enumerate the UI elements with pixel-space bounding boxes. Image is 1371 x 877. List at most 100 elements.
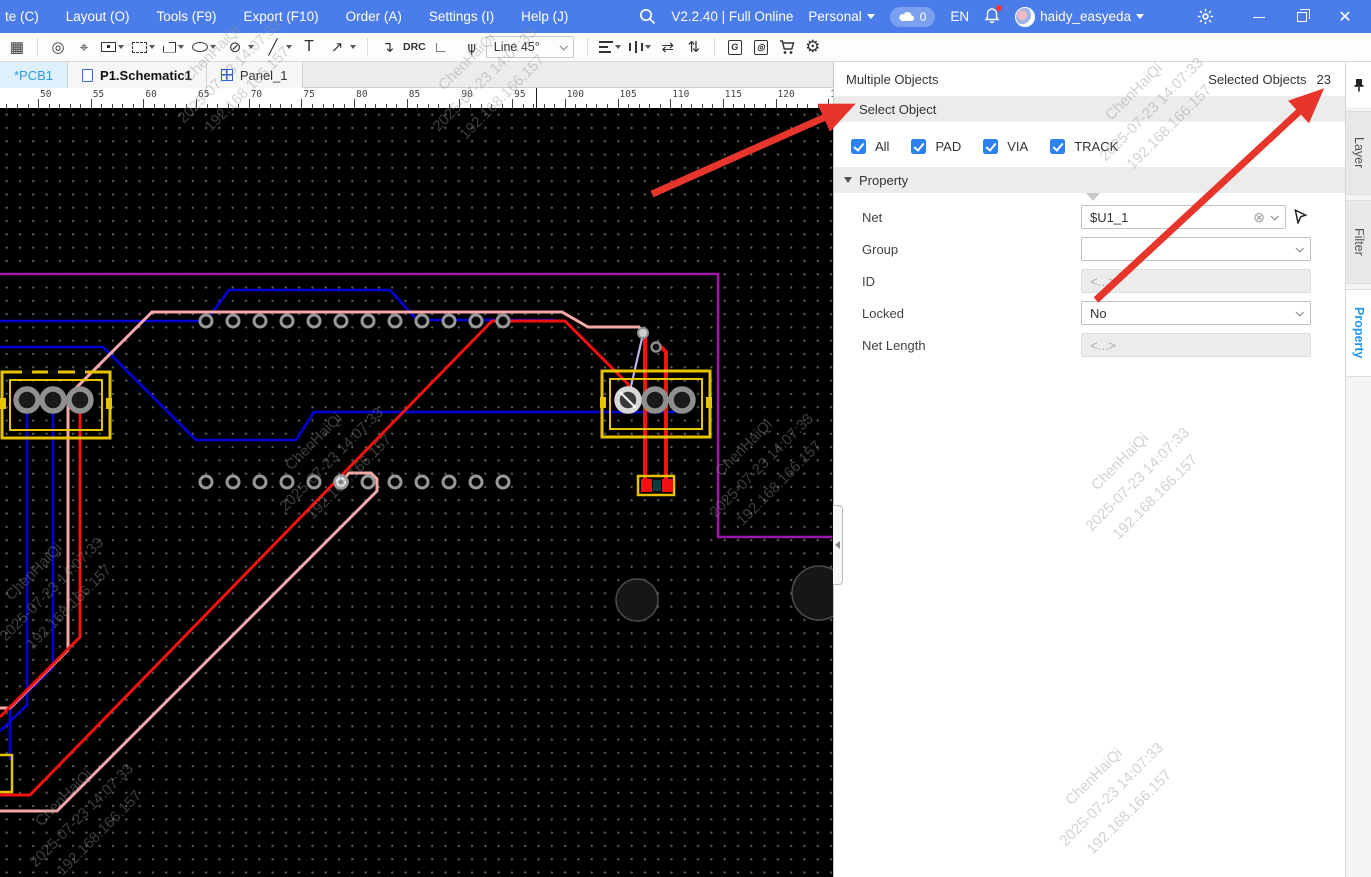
edge-component-outline[interactable]: [0, 755, 12, 792]
via[interactable]: [227, 315, 239, 327]
via[interactable]: [389, 476, 401, 488]
close-button[interactable]: ✕: [1331, 7, 1359, 27]
account-type-dropdown[interactable]: Personal: [808, 9, 874, 24]
menu-item-settings-i-[interactable]: Settings (I): [429, 9, 494, 24]
notifications-button[interactable]: [984, 7, 1000, 27]
net-input[interactable]: $U1_1 ⊗: [1081, 205, 1286, 229]
via[interactable]: [308, 315, 320, 327]
solid-region-tool[interactable]: [130, 42, 157, 53]
ellipse-tool[interactable]: [190, 42, 218, 52]
pad[interactable]: [16, 389, 38, 411]
text-tool-icon[interactable]: T: [298, 36, 320, 58]
via[interactable]: [416, 315, 428, 327]
tab-p1-schematic1[interactable]: P1.Schematic1: [68, 62, 207, 88]
drc-button[interactable]: DRC: [403, 36, 426, 58]
via[interactable]: [362, 476, 374, 488]
menu-item-layout-o-[interactable]: Layout (O): [66, 9, 130, 24]
locked-select[interactable]: No: [1081, 301, 1311, 325]
side-tab-layer[interactable]: Layer: [1346, 111, 1371, 195]
pad[interactable]: [42, 389, 64, 411]
checkbox-pad[interactable]: [911, 139, 926, 154]
center-connector-footprint[interactable]: [600, 371, 712, 437]
via[interactable]: [497, 476, 509, 488]
via[interactable]: [254, 476, 266, 488]
route-track-tool-icon[interactable]: ∟: [430, 36, 452, 58]
settings-gear-icon[interactable]: [1197, 8, 1214, 25]
via[interactable]: [281, 476, 293, 488]
panel-collapse-handle[interactable]: [833, 505, 843, 585]
via[interactable]: [200, 476, 212, 488]
section-select-object[interactable]: Select Object: [834, 96, 1345, 122]
tab-panel-1[interactable]: Panel_1: [207, 62, 303, 88]
via-tool-icon[interactable]: ◎: [47, 36, 69, 58]
toolbar-settings-gear-icon[interactable]: ⚙: [802, 36, 824, 58]
via-selected-small[interactable]: [638, 328, 648, 338]
panel-collapse-hint-icon[interactable]: [1086, 193, 1100, 201]
distribute-tool[interactable]: [627, 41, 653, 53]
flip-horizontal-icon[interactable]: ⇄: [657, 36, 679, 58]
drill-hole[interactable]: [792, 566, 833, 620]
user-account-menu[interactable]: haidy_easyeda: [1015, 7, 1144, 27]
via[interactable]: [362, 315, 374, 327]
pad-tool-icon[interactable]: ⌖: [73, 36, 95, 58]
checkbox-via[interactable]: [983, 139, 998, 154]
left-connector-footprint[interactable]: [0, 370, 112, 438]
cloud-sync-badge[interactable]: 0: [890, 7, 936, 27]
language-switch[interactable]: EN: [950, 9, 969, 24]
pad-array-tool-icon[interactable]: ▦: [6, 36, 28, 58]
rect-tool[interactable]: [99, 42, 126, 52]
section-property[interactable]: Property: [834, 167, 1345, 193]
trace-red-long-diagonal[interactable]: [0, 321, 628, 795]
pin-panel-button[interactable]: [1346, 62, 1371, 107]
pick-net-cursor-icon[interactable]: [1293, 206, 1310, 227]
via[interactable]: [254, 315, 266, 327]
trace-pink-long-diagonal[interactable]: [0, 473, 377, 811]
footprint-library-icon[interactable]: ◎: [750, 36, 772, 58]
via[interactable]: [281, 315, 293, 327]
fanout-tool-icon[interactable]: ⋔: [456, 36, 478, 58]
side-tab-property[interactable]: Property: [1346, 289, 1371, 377]
via[interactable]: [308, 476, 320, 488]
group-select[interactable]: [1081, 237, 1311, 261]
keepout-tool[interactable]: ⊘: [222, 36, 256, 58]
order-cart-icon[interactable]: [776, 36, 798, 58]
clear-icon[interactable]: ⊗: [1253, 209, 1265, 226]
pad[interactable]: [671, 389, 693, 411]
line-mode-select[interactable]: Line 45°: [486, 36, 574, 58]
drill-hole[interactable]: [616, 579, 658, 621]
pad[interactable]: [644, 389, 666, 411]
menu-item-export-f10-[interactable]: Export (F10): [244, 9, 319, 24]
align-tool[interactable]: [597, 41, 623, 53]
via[interactable]: [443, 315, 455, 327]
checkbox-track[interactable]: [1050, 139, 1065, 154]
search-icon[interactable]: [639, 8, 656, 25]
chevron-down-icon[interactable]: [1270, 212, 1278, 220]
dimension-tool[interactable]: ↗: [324, 36, 358, 58]
via[interactable]: [443, 476, 455, 488]
trace-blue-pad1[interactable]: [0, 400, 27, 731]
line-tool[interactable]: ╱: [260, 36, 294, 58]
via[interactable]: [227, 476, 239, 488]
pcb-canvas[interactable]: [0, 108, 833, 877]
gerber-file-icon[interactable]: G: [724, 36, 746, 58]
maximize-button[interactable]: [1288, 9, 1316, 25]
menu-item-help-j-[interactable]: Help (J): [521, 9, 568, 24]
menu-item-te-c-[interactable]: te (C): [5, 9, 39, 24]
trace-lavender[interactable]: [629, 334, 643, 395]
via[interactable]: [335, 315, 347, 327]
menu-item-order-a-[interactable]: Order (A): [346, 9, 402, 24]
trace-blue-pad2[interactable]: [10, 400, 53, 760]
pad[interactable]: [69, 389, 91, 411]
via-small[interactable]: [652, 343, 661, 352]
via[interactable]: [497, 315, 509, 327]
via[interactable]: [200, 315, 212, 327]
polygon-tool[interactable]: [161, 42, 186, 53]
minimize-button[interactable]: [1245, 9, 1273, 25]
checkbox-all[interactable]: [851, 139, 866, 154]
import-icon[interactable]: ↴: [377, 36, 399, 58]
via[interactable]: [389, 315, 401, 327]
via[interactable]: [470, 476, 482, 488]
side-tab-filter[interactable]: Filter: [1346, 200, 1371, 284]
via[interactable]: [470, 315, 482, 327]
flip-vertical-icon[interactable]: ⇅: [683, 36, 705, 58]
